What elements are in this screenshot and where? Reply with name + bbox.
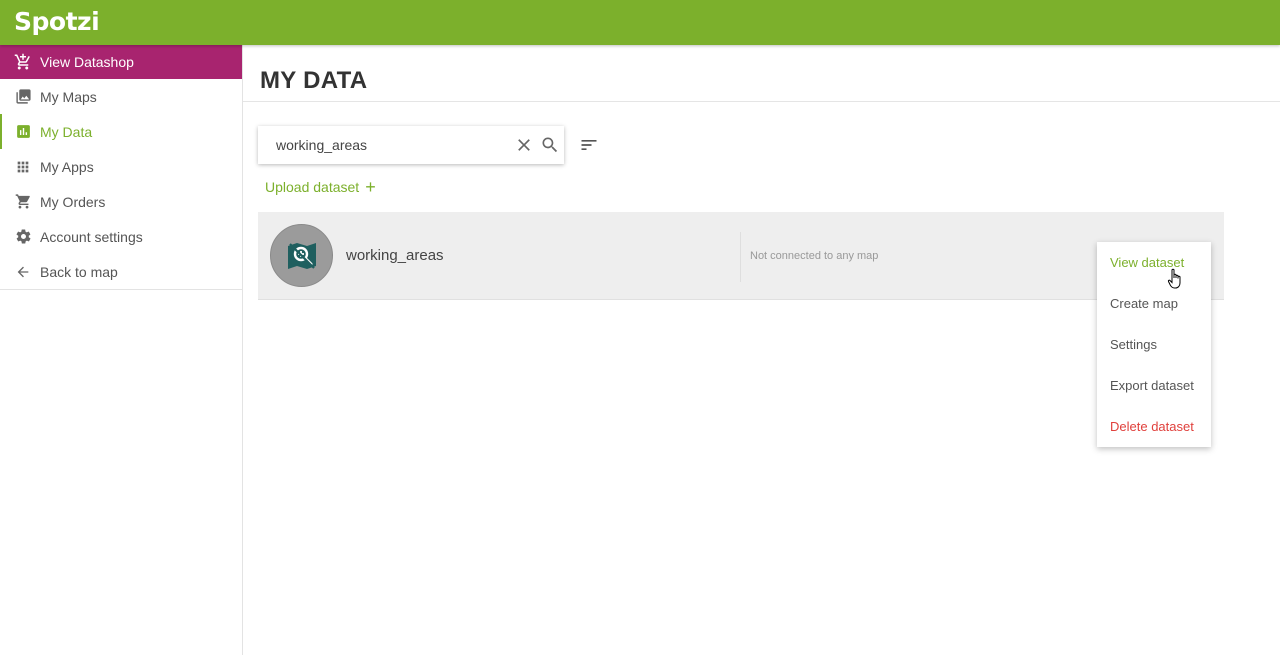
map-search-icon: [287, 242, 316, 269]
sidebar-item-back-to-map[interactable]: Back to map: [0, 254, 242, 289]
search-button[interactable]: [538, 133, 562, 157]
menu-item-create-map[interactable]: Create map: [1097, 283, 1211, 324]
sidebar-item-my-orders[interactable]: My Orders: [0, 184, 242, 219]
dataset-status: Not connected to any map: [750, 250, 879, 262]
grid-icon: [14, 158, 32, 176]
top-bar: Spotzi: [0, 0, 1280, 45]
sort-button[interactable]: [578, 134, 600, 156]
sidebar-item-label: My Data: [40, 123, 93, 140]
sidebar-item-my-apps[interactable]: My Apps: [0, 149, 242, 184]
sort-icon: [581, 140, 597, 150]
search-icon: [542, 137, 558, 153]
sidebar-item-label: View Datashop: [40, 54, 134, 70]
dataset-row[interactable]: working_areas Not connected to any map: [258, 212, 1224, 300]
gear-icon: [14, 228, 32, 246]
bar-chart-icon: [14, 123, 32, 141]
page-title: MY DATA: [260, 67, 368, 94]
search-box: working_areas: [258, 126, 564, 164]
clear-search-button[interactable]: [512, 133, 536, 157]
hand-cursor-icon: [1167, 268, 1185, 295]
menu-item-view-dataset[interactable]: View dataset: [1097, 242, 1211, 283]
sidebar: View Datashop My Maps My Data My Apps My…: [0, 45, 243, 655]
dataset-name[interactable]: working_areas: [346, 247, 444, 264]
sidebar-item-account-settings[interactable]: Account settings: [0, 219, 242, 254]
arrow-left-icon: [14, 263, 32, 281]
menu-item-settings[interactable]: Settings: [1097, 324, 1211, 365]
cart-plus-icon: [14, 53, 32, 71]
upload-dataset-link[interactable]: Upload dataset +: [265, 177, 376, 197]
row-separator: [740, 232, 741, 282]
spotzi-logo[interactable]: Spotzi: [14, 7, 100, 36]
title-divider: [243, 101, 1280, 102]
sidebar-item-label: My Apps: [40, 158, 94, 175]
search-input[interactable]: working_areas: [276, 137, 512, 153]
sidebar-item-my-data[interactable]: My Data: [0, 114, 242, 149]
main-content: MY DATA working_areas Upload dataset + w: [243, 45, 1280, 655]
photo-library-icon: [14, 88, 32, 106]
sidebar-item-view-datashop[interactable]: View Datashop: [0, 45, 242, 79]
plus-icon: +: [365, 177, 376, 197]
dataset-avatar: [270, 224, 333, 287]
menu-item-delete-dataset[interactable]: Delete dataset: [1097, 406, 1211, 447]
sidebar-item-label: My Maps: [40, 88, 97, 105]
sidebar-item-my-maps[interactable]: My Maps: [0, 79, 242, 114]
cart-icon: [14, 193, 32, 211]
upload-dataset-label: Upload dataset: [265, 179, 360, 195]
menu-item-export-dataset[interactable]: Export dataset: [1097, 365, 1211, 406]
sidebar-item-label: Account settings: [40, 228, 143, 245]
sidebar-divider: [0, 289, 242, 290]
dataset-context-menu: View dataset Create map Settings Export …: [1097, 242, 1211, 447]
close-icon: [518, 139, 530, 151]
sidebar-item-label: My Orders: [40, 193, 106, 210]
sidebar-item-label: Back to map: [40, 263, 118, 280]
